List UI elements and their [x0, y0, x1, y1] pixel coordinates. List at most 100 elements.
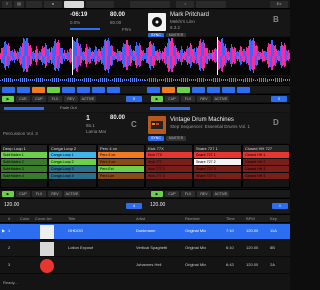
remix-cell[interactable]: Conga Loop 1	[49, 152, 96, 159]
hotcue-b-3[interactable]	[177, 87, 190, 93]
deck-b-play-button[interactable]: ▶	[151, 96, 163, 102]
hotcue-2[interactable]	[17, 87, 30, 93]
hotcue-6[interactable]	[77, 87, 90, 93]
remix-cell[interactable]: Perc 4 on	[98, 152, 144, 159]
deck-c-slot-3[interactable]: Perc 4 on Perc 4 on Perc 4 on Perc Ext P…	[97, 144, 145, 188]
settings-icon[interactable]: ≡	[2, 1, 12, 8]
deck-c-play-button[interactable]: ▶	[2, 191, 14, 197]
col-bpm[interactable]: BPM	[246, 215, 255, 222]
rec-button[interactable]: ●	[44, 1, 62, 8]
hotcue-1[interactable]	[2, 87, 15, 93]
remix-cell[interactable]: Perc Lim	[98, 173, 144, 180]
col-time[interactable]: Time	[226, 215, 235, 222]
hotcue-4[interactable]	[47, 87, 60, 93]
col-color[interactable]: Color	[20, 215, 30, 222]
remix-cell[interactable]: Closed HH 3	[243, 166, 289, 173]
deck-a-active-button[interactable]: ACTIVE	[80, 96, 96, 102]
hotcue-b-1[interactable]	[147, 87, 160, 93]
deck-c-active-button[interactable]: ACTIVE	[64, 191, 80, 197]
table-row[interactable]: ▶ 1 OHDOG Dunkmann Original Mix 7:10 120…	[0, 224, 290, 240]
deck-c-cup-button[interactable]: CUP	[16, 191, 30, 197]
audio-icon[interactable]: ♪	[176, 1, 194, 8]
col-artist[interactable]: Artist	[136, 215, 145, 222]
deck-d-slot-1[interactable]: Kick 77X Kick 77X Kick 777 Kick 777 2 Ki…	[145, 144, 193, 188]
deck-d-slot-2[interactable]: Snare 727 1 Snare 727 1 Snare 727 2 Snar…	[193, 144, 242, 188]
hotcue-b-7[interactable]	[237, 87, 250, 93]
col-number[interactable]: #	[8, 215, 10, 222]
hotcue-3[interactable]	[32, 87, 45, 93]
remix-cell[interactable]: Closed HH 1	[243, 152, 289, 159]
remix-cell[interactable]: Closed HH 4	[243, 173, 289, 180]
hotcue-b-5[interactable]	[207, 87, 220, 93]
deck-b-loop-size[interactable]: 5	[271, 96, 287, 102]
deck-b-overview[interactable]	[145, 76, 290, 84]
col-remixer[interactable]: Remixer	[185, 215, 200, 222]
remix-cell[interactable]: Conga Loop 3	[49, 166, 96, 173]
master-clock[interactable]	[86, 1, 114, 8]
remix-cell[interactable]: Kick 777 3	[146, 173, 192, 180]
deck-b-cup-button[interactable]: CUP	[165, 96, 179, 102]
fx-a-meter[interactable]	[4, 107, 44, 110]
col-cover-art[interactable]: Cover Art	[35, 215, 52, 222]
deck-c-slot-1[interactable]: Deep Loop 1 SubHidden 1 SubHidden 2 SubH…	[0, 144, 48, 188]
deck-d-loop-size[interactable]: 1	[272, 203, 288, 209]
mixer-icon[interactable]: ▤	[14, 1, 24, 8]
remix-cell[interactable]: Snare 727 4	[194, 173, 241, 180]
remix-cell[interactable]: SubHidden 2	[1, 159, 47, 166]
ex-button[interactable]: Ex	[270, 1, 288, 8]
remix-cell[interactable]: Snare 727 2	[194, 159, 241, 166]
deck-a-loop-size[interactable]: 5	[126, 96, 142, 102]
remix-cell[interactable]: Kick 777	[146, 159, 192, 166]
remix-cell[interactable]: Perc Ext	[98, 166, 144, 173]
deck-b-active-button[interactable]: ACTIVE	[213, 96, 229, 102]
deck-d-slot-3[interactable]: Closed HH 727 Closed HH 1 Closed HH 2 Cl…	[242, 144, 290, 188]
overview-peak	[114, 78, 115, 82]
deck-a-flx-button[interactable]: FLX	[48, 96, 62, 102]
row-remixer: Original Mix	[185, 245, 207, 250]
deck-b-flx-button[interactable]: FLX	[181, 96, 195, 102]
hotcue-b-4[interactable]	[192, 87, 205, 93]
col-key[interactable]: Key	[270, 215, 277, 222]
remix-cell[interactable]: Kick 777 2	[146, 166, 192, 173]
deck-d-sync-chip[interactable]: SYNC	[148, 136, 164, 141]
remix-cell[interactable]: Snare 727 1	[194, 152, 241, 159]
deck-a-waveform[interactable]	[0, 37, 145, 75]
hotcue-7[interactable]	[92, 87, 105, 93]
deck-a-cup-button[interactable]: CUP	[32, 96, 46, 102]
remix-cell[interactable]: Snare 727 3	[194, 166, 241, 173]
remix-cell[interactable]: SubHidden 1	[1, 152, 47, 159]
deck-d-master-chip[interactable]: MASTER	[166, 136, 186, 141]
remix-cell[interactable]: SubHidden 3	[1, 166, 47, 173]
master-volume[interactable]	[130, 1, 170, 8]
deck-d-rev-button[interactable]: REV	[197, 191, 211, 197]
table-row[interactable]: 3 Johannes Heil Original Mix 6:43 120.00…	[0, 258, 290, 274]
deck-c-slot-2[interactable]: Conga Loop 2 Conga Loop 1 Conga Loop 2 C…	[48, 144, 97, 188]
deck-a-overview[interactable]	[0, 76, 145, 84]
deck-a-play-button[interactable]: ▶	[2, 96, 14, 102]
deck-c-letter: C	[131, 120, 137, 129]
remix-cell[interactable]: Perc 4 on	[98, 159, 144, 166]
remix-cell[interactable]: Closed HH 2	[243, 159, 289, 166]
table-row[interactable]: 2 Lotion Exposé Vertical Spaghetti Origi…	[0, 241, 290, 257]
deck-d-flx-button[interactable]: FLX	[181, 191, 195, 197]
fx-b-meter[interactable]	[150, 107, 190, 110]
deck-b-rev-button[interactable]: REV	[197, 96, 211, 102]
col-title[interactable]: Title	[68, 215, 75, 222]
deck-c-rev-button[interactable]: REV	[48, 191, 62, 197]
deck-c-loop-size[interactable]: 4	[126, 203, 142, 209]
hotcue-b-2[interactable]	[162, 87, 175, 93]
deck-a-rev-button[interactable]: REV	[64, 96, 78, 102]
hotcue-b-6[interactable]	[222, 87, 235, 93]
deck-c-flx-button[interactable]: FLX	[32, 191, 46, 197]
deck-b-waveform[interactable]	[145, 37, 290, 75]
deck-d-active-button[interactable]: ACTIVE	[213, 191, 229, 197]
remix-cell[interactable]: SubHidden 4	[1, 173, 47, 180]
deck-d-cup-button[interactable]: CUP	[165, 191, 179, 197]
hotcue-8[interactable]	[107, 87, 120, 93]
deck-a-cue-button[interactable]: CUE	[16, 96, 30, 102]
remix-cell[interactable]: Conga Loop 2	[49, 159, 96, 166]
hotcue-5[interactable]	[62, 87, 75, 93]
deck-d-play-button[interactable]: ▶	[151, 191, 163, 197]
remix-cell[interactable]: Conga Loop 4	[49, 173, 96, 180]
remix-cell[interactable]: Kick 77X	[146, 152, 192, 159]
